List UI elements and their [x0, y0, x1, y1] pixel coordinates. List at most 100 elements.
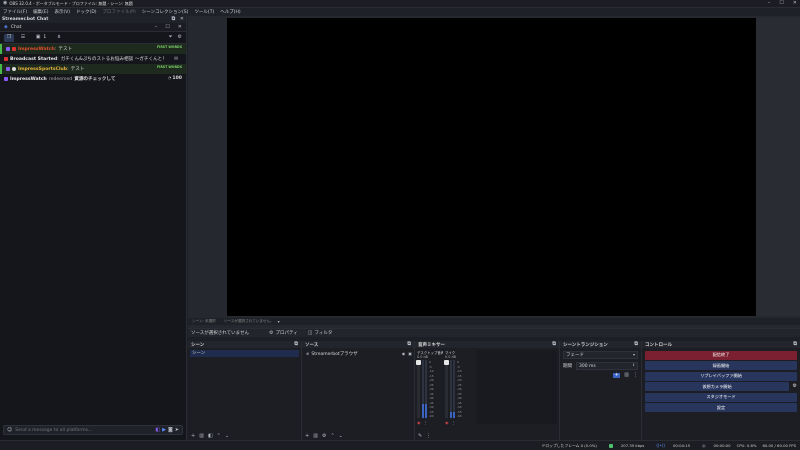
close-window-icon[interactable]: ✕ [793, 1, 797, 6]
chat-separator: : [54, 47, 57, 52]
control-button-label: スタジオモード [706, 394, 736, 399]
duration-spinbox[interactable]: 300 ms ⇕ [576, 362, 638, 370]
twitch-icon[interactable]: ◧ [155, 427, 160, 433]
tab-chat[interactable]: Chat [11, 25, 22, 30]
sources-header: ソース ⧉ [302, 341, 414, 348]
mute-icon[interactable]: ◉ [445, 420, 449, 425]
control-button[interactable]: 配信終了 [645, 350, 797, 360]
close-chat-icon[interactable]: ✕ [178, 24, 182, 30]
menu-item[interactable]: 表示(V) [51, 9, 73, 15]
mute-icon[interactable]: ◉ [417, 420, 421, 425]
meter-scale-label: -50 [429, 405, 434, 409]
menu-item[interactable]: ドック(D) [73, 9, 99, 15]
maximize-chat-icon[interactable]: ☐ [165, 24, 169, 30]
volume-slider[interactable] [416, 360, 421, 418]
viewers-button[interactable]: ▣ 1 [32, 34, 50, 42]
move-up-icon[interactable]: ⌃ [217, 433, 221, 439]
dock-options-icon[interactable]: ⧉ [294, 342, 298, 347]
move-down-icon[interactable]: ⌄ [225, 433, 229, 439]
move-down-icon[interactable]: ⌄ [339, 433, 343, 439]
dropdown-chevron-icon[interactable]: ▾ [278, 319, 280, 324]
broadcast-icon: ((•)) [656, 442, 665, 448]
add-icon[interactable]: + [305, 433, 309, 439]
filter-icon[interactable]: ⏷ [169, 35, 173, 40]
source-properties-icon[interactable]: ⚙ [322, 433, 326, 439]
lock-icon[interactable]: ▣ [408, 351, 412, 356]
meter-scale-label: -20 [457, 378, 462, 382]
dock-options-icon[interactable]: ⧉ [552, 342, 556, 347]
channel-menu-icon[interactable]: ⋮ [424, 420, 428, 425]
trash-icon[interactable]: ▥ [624, 373, 629, 378]
scene-filter-icon[interactable]: ◧ [208, 433, 213, 439]
move-up-icon[interactable]: ⌃ [330, 433, 334, 439]
message-action-icon[interactable]: ▤ [174, 56, 178, 60]
scene-item[interactable]: シーン [190, 350, 299, 357]
close-dock-icon[interactable]: ✕ [180, 17, 184, 22]
transition-select[interactable]: フェード ▾ [563, 351, 638, 359]
minimize-chat-icon[interactable]: – [155, 24, 158, 30]
minimize-icon[interactable]: – [768, 1, 771, 6]
dock-options-icon[interactable]: ⧉ [793, 342, 797, 347]
maximize-icon[interactable]: ☐ [779, 1, 783, 6]
trash-icon[interactable]: ▥ [199, 433, 204, 439]
eye-icon[interactable]: ◉ [402, 351, 406, 356]
chat-view-button[interactable]: ❐ [4, 33, 14, 42]
trash-icon[interactable]: ▥ [313, 433, 318, 439]
menu-item[interactable]: プロファイル(P) [100, 9, 139, 15]
menu-item[interactable]: ファイル(F) [0, 9, 30, 15]
dock-options-icon[interactable]: ⧉ [634, 342, 638, 347]
duration-value: 300 ms [579, 363, 596, 369]
emote-icon[interactable]: ☺ [7, 427, 12, 433]
chat-message[interactable]: FIRST WORDS ImpressWatch: テスト [0, 44, 186, 54]
control-button-label: 録画開始 [712, 362, 730, 368]
virtual-camera-settings-icon[interactable]: ⚙ [793, 384, 797, 389]
menu-item[interactable]: ツール(T) [191, 9, 217, 15]
properties-button[interactable]: ⚙ プロパティ [269, 330, 298, 336]
record-indicator: ◎ 00:00:00 [696, 443, 731, 448]
settings-gear-icon[interactable]: ⚙ [178, 35, 182, 40]
control-button[interactable]: 録画開始 [645, 361, 797, 370]
dock-options-icon[interactable]: ⧉ [407, 342, 411, 347]
mixer-tools-icon[interactable]: ✎ [418, 433, 422, 439]
youtube-icon[interactable]: ▶ [162, 427, 166, 433]
control-button[interactable]: リプレイバッファ開始 [645, 371, 797, 381]
chat-message[interactable]: FIRST WORDS ImpressSportsClub: テスト [0, 64, 186, 74]
chat-message[interactable]: ImpressWatch redeemed 資源のチェックして ◔100 [0, 74, 186, 84]
title-bar: ◉ OBS 32.0.4 - ポータブルモード - プロファイル: 無題 - シ… [0, 0, 800, 8]
level-meter [450, 360, 452, 418]
menu-item[interactable]: シーンコレクション(S) [139, 9, 192, 15]
control-button[interactable]: スタジオモード [645, 392, 797, 402]
transition-menu-icon[interactable]: ⋮ [633, 373, 638, 378]
source-item[interactable]: ⊕ Streamerbotブラウザ ◉ ▣ [304, 350, 412, 357]
chat-username[interactable]: ImpressSportsClub [18, 67, 67, 72]
preview-side-area [756, 18, 800, 316]
chat-text: テスト [58, 47, 73, 52]
menu-item[interactable]: ヘルプ(H) [217, 9, 243, 15]
send-icon[interactable]: ➤ [175, 427, 179, 433]
chat-input[interactable]: ☺ Send a message to all platforms... ◧ ▶… [3, 425, 183, 435]
share-button[interactable]: ⋔ [54, 34, 64, 42]
add-transition-icon[interactable]: + [613, 373, 621, 378]
add-icon[interactable]: + [191, 433, 195, 439]
control-button-label: リプレイバッファ開始 [700, 373, 742, 378]
volume-handle[interactable] [444, 360, 449, 365]
control-button[interactable]: 仮想カメラ開始 ⚙ [645, 382, 797, 391]
mixer-header: 音声ミキサー ⧉ [415, 341, 559, 348]
chat-username[interactable]: ImpressWatch [10, 77, 47, 82]
float-dock-icon[interactable]: ⧉ [172, 17, 176, 22]
platform-select-icon[interactable]: ◙ [168, 427, 173, 433]
chat-username[interactable]: ImpressWatch [18, 47, 55, 52]
program-preview[interactable] [227, 18, 756, 316]
control-button[interactable]: 設定 [645, 403, 797, 412]
menu-item[interactable]: 編集(E) [30, 9, 51, 15]
moderator-badge-icon [12, 46, 16, 51]
chat-message[interactable]: Broadcast Started: ガチくん&ぷちのストるお悩み相談 ～ガチくん… [0, 54, 186, 64]
chat-username[interactable]: Broadcast Started [10, 57, 57, 62]
channel-menu-icon[interactable]: ⋮ [452, 420, 456, 425]
platform-icon [6, 46, 10, 51]
activity-button[interactable]: ☰ [18, 34, 28, 42]
volume-slider[interactable] [444, 360, 449, 418]
volume-handle[interactable] [416, 360, 421, 365]
mixer-menu-icon[interactable]: ⋮ [426, 433, 431, 439]
filters-button[interactable]: ◫ フィルタ [308, 330, 333, 336]
